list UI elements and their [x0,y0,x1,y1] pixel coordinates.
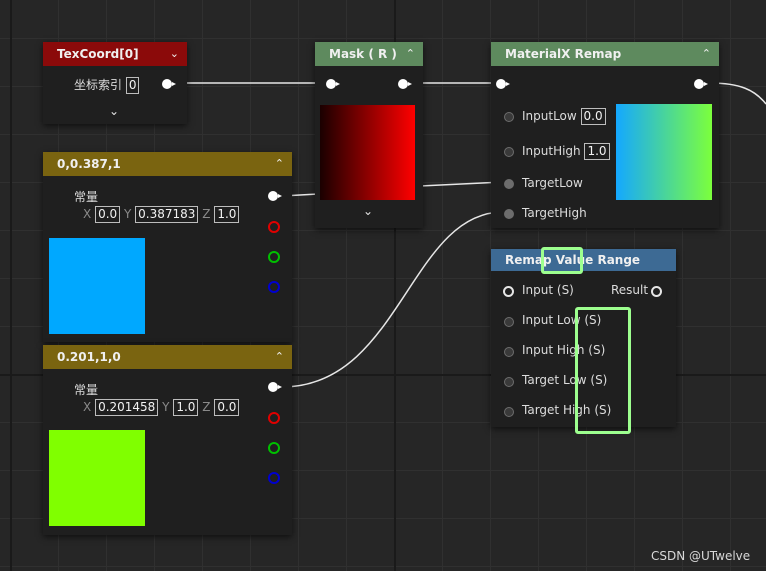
remap-title: MaterialX Remap [505,47,622,61]
inputlow-pin[interactable] [504,112,514,122]
chevron-up-icon[interactable]: ⌃ [702,42,711,66]
input-high-s-pin[interactable] [504,347,514,357]
chevron-up-icon[interactable]: ⌃ [275,152,284,176]
mask-header[interactable]: Mask ( R ) ⌃ [315,42,423,66]
texcoord-index-row: 坐标索引 0 [74,76,140,94]
constant-2-color-swatch [49,430,145,526]
texcoord-index-field[interactable]: 0 [125,77,140,94]
constant-1-output-pin[interactable] [268,191,282,201]
texcoord-index-label: 坐标索引 [74,78,123,92]
inputlow-field[interactable]: 0.0 [580,108,606,125]
targethigh-label: TargetHigh [522,206,587,220]
remap-range-input-label: Input (S) [522,283,574,297]
constant-1-g-pin[interactable] [268,251,280,263]
remap-node[interactable]: MaterialX Remap ⌃ InputLow 0.0 InputHigh… [491,42,719,228]
remap-output-pin[interactable] [694,79,708,89]
constant-node-1[interactable]: 0,0.387,1 ⌃ 常量 X 0.0 Y 0.387183 Z 1.0 [43,152,292,342]
mask-title: Mask ( R ) [329,47,397,61]
remap-range-input-pin[interactable] [503,286,514,297]
texcoord-header[interactable]: TexCoord[0] ⌄ [43,42,187,66]
y-label: Y [162,400,170,414]
remap-range-result-pin[interactable] [651,286,662,297]
constant-2-values: X 0.201458 Y 1.0 Z 0.0 [83,399,240,416]
constant-2-y-field[interactable]: 1.0 [173,399,199,416]
constant-2-x-field[interactable]: 0.201458 [95,399,159,416]
watermark: CSDN @UTwelve [651,549,751,563]
constant-1-b-pin[interactable] [268,281,280,293]
chevron-down-icon[interactable]: ⌄ [170,42,179,66]
chevron-up-icon[interactable]: ⌃ [406,42,415,66]
constant-1-z-field[interactable]: 1.0 [214,206,240,223]
constant-2-z-field[interactable]: 0.0 [214,399,240,416]
x-label: X [83,400,92,414]
constant-1-y-field[interactable]: 0.387183 [135,206,199,223]
constant-2-r-pin[interactable] [268,412,280,424]
constant-2-header[interactable]: 0.201,1,0 ⌃ [43,345,292,369]
input-low-s-pin[interactable] [504,317,514,327]
z-label: Z [202,207,211,221]
mask-output-pin[interactable] [398,79,412,89]
constant-2-b-pin[interactable] [268,472,280,484]
chevron-down-icon[interactable]: ⌄ [109,104,119,118]
texcoord-node[interactable]: TexCoord[0] ⌄ 坐标索引 0 ⌄ [43,42,187,124]
constant-1-label: 常量 [74,190,99,204]
chevron-down-icon[interactable]: ⌄ [363,204,373,218]
constant-1-r-pin[interactable] [268,221,280,233]
remap-header[interactable]: MaterialX Remap ⌃ [491,42,719,66]
constant-1-color-swatch [49,238,145,334]
chevron-up-icon[interactable]: ⌃ [275,345,284,369]
mask-preview [320,105,415,200]
texcoord-output-pin[interactable] [162,79,176,89]
z-label: Z [202,400,211,414]
target-high-s-pin[interactable] [504,407,514,417]
highlight-s-suffixes [575,307,631,434]
constant-1-header[interactable]: 0,0.387,1 ⌃ [43,152,292,176]
inputhigh-label: InputHigh [522,144,581,158]
mask-input-pin[interactable] [326,79,340,89]
targetlow-pin[interactable] [504,179,514,189]
inputhigh-field[interactable]: 1.0 [584,143,610,160]
targetlow-label: TargetLow [522,176,583,190]
constant-1-x-field[interactable]: 0.0 [95,206,121,223]
constant-2-label: 常量 [74,383,99,397]
constant-1-title: 0,0.387,1 [57,157,121,171]
constant-node-2[interactable]: 0.201,1,0 ⌃ 常量 X 0.201458 Y 1.0 Z 0.0 [43,345,292,535]
mask-node[interactable]: Mask ( R ) ⌃ ⌄ [315,42,423,228]
constant-2-output-pin[interactable] [268,382,282,392]
inputhigh-row: InputHigh 1.0 [522,143,610,160]
remap-range-result-label: Result [611,283,649,297]
y-label: Y [123,207,132,221]
inputlow-label: InputLow [522,109,577,123]
remap-range-header[interactable]: Remap Value Range [491,249,676,271]
inputhigh-pin[interactable] [504,147,514,157]
inputlow-row: InputLow 0.0 [522,108,606,125]
constant-2-g-pin[interactable] [268,442,280,454]
remap-input-pin[interactable] [496,79,510,89]
constant-2-title: 0.201,1,0 [57,350,121,364]
highlight-value-word [541,247,583,274]
remap-preview [616,104,712,200]
texcoord-title: TexCoord[0] [57,47,139,61]
targethigh-pin[interactable] [504,209,514,219]
target-low-s-pin[interactable] [504,377,514,387]
x-label: X [83,207,92,221]
constant-1-values: X 0.0 Y 0.387183 Z 1.0 [83,206,240,223]
